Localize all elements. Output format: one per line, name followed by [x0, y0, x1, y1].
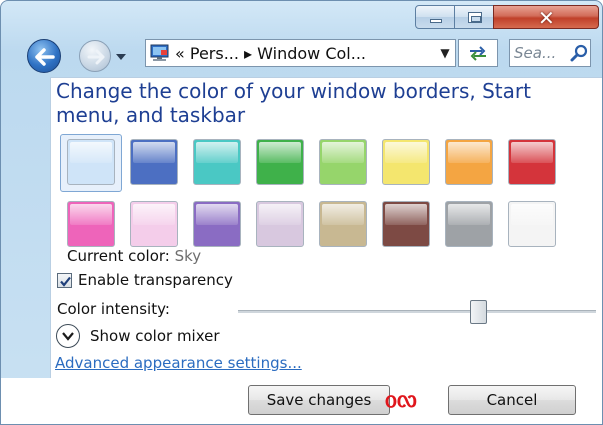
page-title: Change the color of your window borders,… — [56, 79, 531, 127]
color-swatch-sea[interactable] — [193, 139, 241, 185]
color-swatch-twilight[interactable] — [130, 139, 178, 185]
color-swatch-fuchsia[interactable] — [67, 201, 115, 247]
color-swatch-slate[interactable] — [445, 201, 493, 247]
minimize-button[interactable] — [415, 5, 455, 29]
transparency-row[interactable]: Enable transparency — [57, 271, 233, 289]
color-swatch-sky[interactable] — [67, 139, 115, 185]
close-button[interactable]: ✕ — [493, 5, 599, 30]
control-panel-icon — [149, 44, 171, 62]
refresh-button[interactable] — [458, 39, 498, 67]
expand-mixer-button[interactable] — [56, 324, 80, 348]
color-intensity-slider-track[interactable] — [238, 310, 596, 313]
breadcrumb: « Pers... ▸ Window Col... — [175, 43, 367, 63]
color-swatch-taupe[interactable] — [319, 201, 367, 247]
recent-pages-button[interactable] — [114, 49, 128, 63]
enable-transparency-label: Enable transparency — [78, 271, 233, 289]
forward-arrow-icon — [87, 49, 105, 65]
chevron-down-icon — [116, 54, 126, 60]
save-changes-button[interactable]: Save changes — [248, 385, 390, 415]
back-arrow-icon — [35, 48, 55, 66]
back-button[interactable] — [27, 39, 61, 73]
color-mixer-row[interactable]: Show color mixer — [56, 324, 220, 348]
minimize-icon — [430, 19, 442, 23]
color-swatch-blush[interactable] — [130, 201, 178, 247]
checkmark-icon — [60, 276, 71, 287]
color-swatch-lavender[interactable] — [256, 201, 304, 247]
maximize-button[interactable] — [454, 5, 494, 29]
color-swatch-lemon[interactable] — [382, 139, 430, 185]
color-swatch-chocolate[interactable] — [382, 201, 430, 247]
color-intensity-slider-thumb[interactable] — [469, 300, 487, 324]
current-color-row: Current color: Sky — [67, 247, 201, 265]
color-swatch-frost[interactable] — [508, 201, 556, 247]
overlay-mark: ᦞᦟ — [385, 385, 417, 413]
advanced-appearance-link[interactable]: Advanced appearance settings... — [55, 354, 302, 372]
chevron-down-icon — [62, 332, 74, 341]
address-dropdown-icon[interactable]: ▼ — [435, 46, 455, 60]
color-swatch-leaf[interactable] — [256, 139, 304, 185]
control-panel-window: ✕ « Pers... ▸ Window Col... ▼ Sea... Cha… — [0, 0, 603, 425]
color-swatch-violet[interactable] — [193, 201, 241, 247]
cancel-button[interactable]: Cancel — [448, 385, 576, 415]
current-color-value: Sky — [174, 247, 202, 265]
maximize-icon — [468, 12, 482, 23]
close-icon: ✕ — [538, 6, 555, 30]
content-pane: Change the color of your window borders,… — [50, 77, 602, 378]
address-bar[interactable]: « Pers... ▸ Window Col... ▼ — [145, 39, 456, 67]
color-swatch-pumpkin[interactable] — [445, 139, 493, 185]
refresh-icon — [470, 46, 486, 61]
color-swatch-lime[interactable] — [319, 139, 367, 185]
search-icon[interactable] — [570, 43, 590, 63]
dialog-footer: Save changes Cancel — [1, 378, 602, 424]
show-color-mixer-label: Show color mixer — [90, 327, 220, 345]
current-color-label: Current color: — [67, 247, 170, 265]
search-input[interactable]: Sea... — [509, 39, 591, 67]
search-placeholder: Sea... — [514, 44, 557, 62]
title-bar: ✕ — [1, 1, 602, 35]
color-intensity-label: Color intensity: — [57, 300, 170, 318]
enable-transparency-checkbox[interactable] — [57, 272, 72, 288]
forward-button[interactable] — [79, 40, 111, 72]
navigation-bar: « Pers... ▸ Window Col... ▼ Sea... — [1, 35, 602, 75]
color-swatch-ruby[interactable] — [508, 139, 556, 185]
